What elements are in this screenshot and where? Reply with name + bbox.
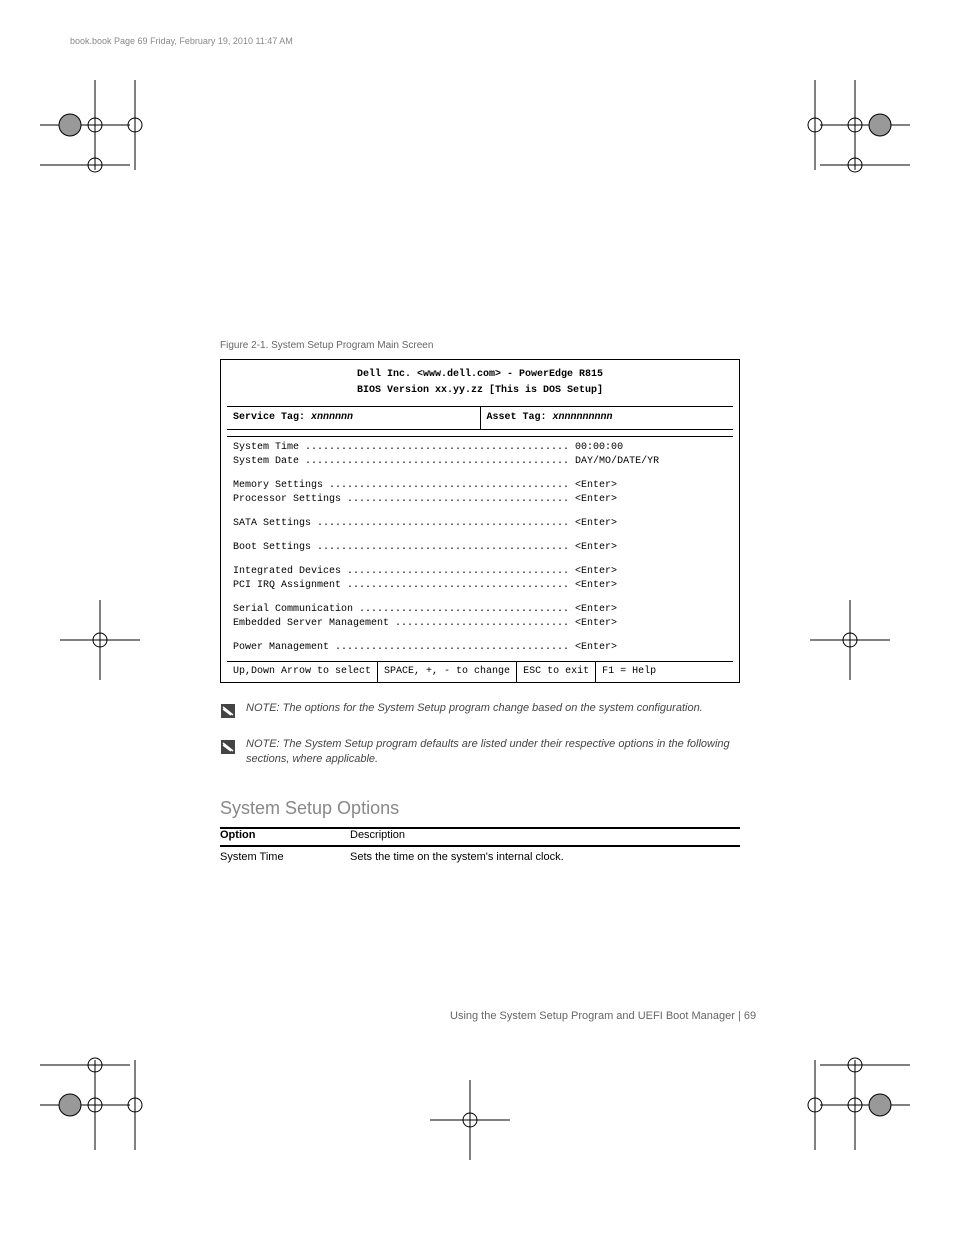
crop-mark-mid-right [810, 600, 890, 680]
crop-mark-mid-left [60, 600, 140, 680]
crop-mark-bottom-right [790, 1030, 910, 1150]
bios-menu-item: Serial Communication ...................… [233, 603, 727, 617]
footer-nav: Up,Down Arrow to select [227, 662, 378, 682]
option-header-desc: Description [350, 829, 740, 841]
bios-menu-item: Boot Settings ..........................… [233, 541, 727, 555]
option-header-row: Option Description [220, 829, 740, 847]
service-tag-label: Service Tag: [233, 412, 305, 423]
bios-menu-item: System Time ............................… [233, 441, 727, 455]
option-time-desc: Sets the time on the system's internal c… [350, 851, 740, 863]
footer-exit: ESC to exit [517, 662, 596, 682]
page-number: Using the System Setup Program and UEFI … [450, 1010, 756, 1022]
note-icon [220, 739, 236, 755]
book-file-header: book.book Page 69 Friday, February 19, 2… [70, 36, 293, 46]
footer-help: F1 = Help [596, 662, 662, 682]
bios-menu-item: SATA Settings ..........................… [233, 517, 727, 531]
bios-title: Dell Inc. <www.dell.com> - PowerEdge R81… [221, 368, 739, 382]
crop-mark-top-right [790, 80, 910, 200]
crop-mark-bottom-left [40, 1030, 160, 1150]
bios-subtitle: BIOS Version xx.yy.zz [This is DOS Setup… [221, 384, 739, 398]
bios-menu-area: System Time ............................… [227, 436, 733, 661]
tag-row: Service Tag: xnnnnnn Asset Tag: xnnnnnnn… [227, 406, 733, 430]
bios-footer: Up,Down Arrow to select SPACE, +, - to c… [227, 661, 733, 682]
bios-menu-item: Embedded Server Management .............… [233, 617, 727, 631]
note-1: NOTE: The options for the System Setup p… [220, 701, 740, 719]
option-header-label: Option [220, 829, 350, 841]
bios-menu-item: PCI IRQ Assignment .....................… [233, 579, 727, 593]
service-tag-value: xnnnnnn [311, 412, 353, 423]
crop-mark-top-left [40, 80, 160, 200]
section-heading: System Setup Options [220, 798, 740, 819]
asset-tag-value: xnnnnnnnnn [553, 412, 613, 423]
footer-change: SPACE, +, - to change [378, 662, 517, 682]
bios-menu-item: Processor Settings .....................… [233, 493, 727, 507]
figure-caption: Figure 2-1. System Setup Program Main Sc… [220, 340, 740, 351]
note-1-text: NOTE: The options for the System Setup p… [246, 701, 703, 716]
asset-tag-label: Asset Tag: [487, 412, 547, 423]
bios-menu-item: Memory Settings ........................… [233, 479, 727, 493]
note-2-text: NOTE: The System Setup program defaults … [246, 737, 740, 768]
service-tag-cell: Service Tag: xnnnnnn [227, 407, 480, 429]
note-2: NOTE: The System Setup program defaults … [220, 737, 740, 768]
bios-menu-item: Power Management .......................… [233, 641, 727, 655]
bios-screenshot: Dell Inc. <www.dell.com> - PowerEdge R81… [220, 359, 740, 683]
note-icon [220, 703, 236, 719]
option-row-system-time: System Time Sets the time on the system'… [220, 851, 740, 867]
asset-tag-cell: Asset Tag: xnnnnnnnnn [480, 407, 734, 429]
bios-menu-item: Integrated Devices .....................… [233, 565, 727, 579]
crop-mark-bottom-center [430, 1080, 510, 1160]
option-time-label: System Time [220, 851, 350, 863]
bios-menu-item: System Date ............................… [233, 455, 727, 469]
